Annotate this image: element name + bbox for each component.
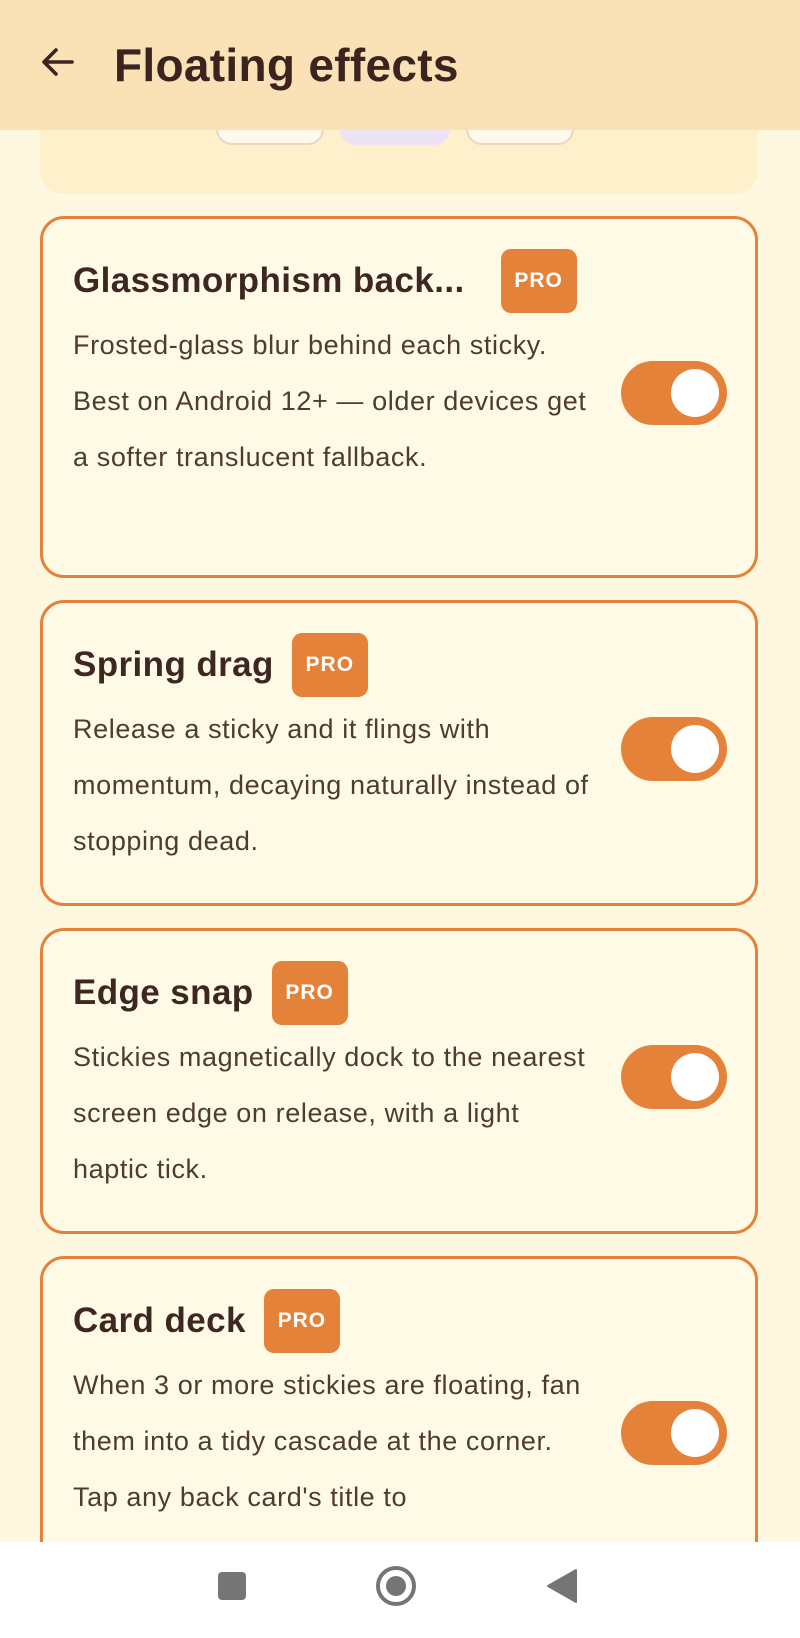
style-option[interactable] [216, 130, 324, 145]
toggle-knob [671, 1053, 719, 1101]
settings-list[interactable]: Glassmorphism back... PRO Frosted-glass … [0, 130, 800, 1542]
toggle-knob [671, 725, 719, 773]
toggle-knob [671, 369, 719, 417]
setting-card-edge-snap: Edge snap PRO Stickies magnetically dock… [40, 928, 758, 1234]
setting-description: Stickies magnetically dock to the neares… [73, 1042, 586, 1184]
setting-title: Spring drag [73, 645, 274, 684]
spring-drag-toggle[interactable] [621, 717, 727, 781]
pro-badge: PRO [291, 633, 368, 697]
setting-title-row: Spring drag PRO [73, 633, 368, 697]
pro-badge: PRO [263, 1289, 340, 1353]
setting-title: Edge snap [73, 973, 254, 1012]
setting-title: Glassmorphism back... [73, 261, 465, 300]
edge-snap-toggle[interactable] [621, 1045, 727, 1109]
square-icon [218, 1572, 246, 1600]
home-button[interactable] [374, 1564, 418, 1608]
card-deck-toggle[interactable] [621, 1401, 727, 1465]
style-option-selected[interactable] [340, 130, 450, 145]
arrow-left-icon [42, 48, 74, 76]
setting-card-card-deck: Card deck PRO When 3 or more stickies ar… [40, 1256, 758, 1542]
setting-title-row: Card deck PRO [73, 1289, 340, 1353]
system-nav-bar [0, 1542, 800, 1638]
style-selector-panel [40, 130, 758, 194]
nav-back-button[interactable] [542, 1566, 582, 1606]
back-button[interactable] [28, 32, 88, 92]
setting-description: Frosted-glass blur behind each sticky. B… [73, 330, 587, 472]
glassmorphism-toggle[interactable] [621, 361, 727, 425]
triangle-back-icon [547, 1569, 577, 1603]
circle-icon [376, 1566, 416, 1606]
setting-title-row: Glassmorphism back... PRO [73, 249, 577, 313]
app-bar: Floating effects [0, 0, 800, 130]
pro-badge: PRO [271, 961, 348, 1025]
setting-card-glassmorphism: Glassmorphism back... PRO Frosted-glass … [40, 216, 758, 578]
setting-title: Card deck [73, 1301, 246, 1340]
style-option[interactable] [466, 130, 574, 145]
recents-button[interactable] [212, 1566, 252, 1606]
setting-title-row: Edge snap PRO [73, 961, 348, 1025]
toggle-knob [671, 1409, 719, 1457]
pro-badge: PRO [500, 249, 577, 313]
page-title: Floating effects [114, 39, 459, 91]
setting-description: When 3 or more stickies are floating, fa… [73, 1370, 581, 1512]
setting-card-spring-drag: Spring drag PRO Release a sticky and it … [40, 600, 758, 906]
setting-description: Release a sticky and it flings with mome… [73, 714, 589, 856]
